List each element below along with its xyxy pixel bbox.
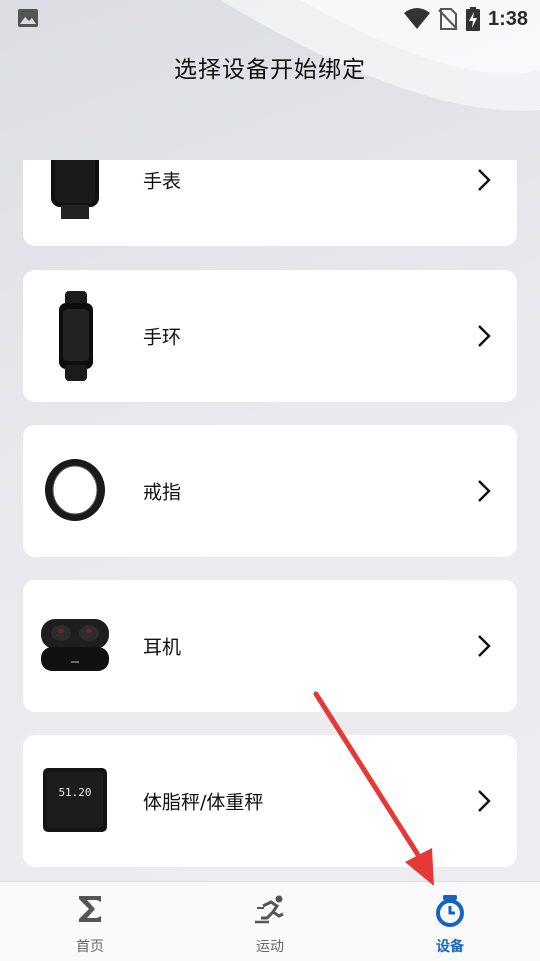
device-card-watch[interactable]: 手表 xyxy=(23,160,517,246)
ring-image xyxy=(45,459,105,521)
nav-device[interactable]: 设备 xyxy=(360,882,540,961)
device-card-scale[interactable]: 51.20 体脂秤/体重秤 xyxy=(23,735,517,867)
chevron-right-icon[interactable] xyxy=(477,634,491,658)
device-label: 耳机 xyxy=(143,636,182,659)
nav-device-label: 设备 xyxy=(436,939,464,955)
chevron-right-icon[interactable] xyxy=(477,324,491,348)
wifi-icon xyxy=(403,8,430,29)
no-sim-icon xyxy=(438,8,458,30)
earbuds-image xyxy=(41,619,109,671)
status-bar: 1:38 xyxy=(0,0,540,38)
sigma-icon xyxy=(79,896,101,922)
page-title: 选择设备开始绑定 xyxy=(174,57,366,83)
device-label: 手环 xyxy=(143,326,182,349)
chevron-right-icon[interactable] xyxy=(477,789,491,813)
watch-image xyxy=(51,160,99,219)
device-card-ring[interactable]: 戒指 xyxy=(23,425,517,557)
chevron-right-icon[interactable] xyxy=(477,479,491,503)
device-list[interactable]: 手表 手环 戒指 耳机 51.20 体脂秤/体重秤 xyxy=(0,160,540,881)
device-card-earbuds[interactable]: 耳机 xyxy=(23,580,517,712)
watch-icon xyxy=(436,895,464,927)
clock: 1:38 xyxy=(487,7,528,30)
nav-sport[interactable]: 运动 xyxy=(180,882,360,961)
device-label: 手表 xyxy=(143,170,182,193)
running-icon xyxy=(255,895,284,924)
band-image xyxy=(59,291,93,381)
nav-sport-label: 运动 xyxy=(256,939,284,955)
scale-reading: 51.20 xyxy=(58,786,91,799)
device-label: 戒指 xyxy=(143,481,182,504)
bottom-navigation: 首页 运动 设备 xyxy=(0,881,540,961)
nav-home-label: 首页 xyxy=(76,939,104,955)
battery-charging-icon xyxy=(465,7,480,31)
page-header: 选择设备开始绑定 xyxy=(0,50,540,84)
chevron-right-icon[interactable] xyxy=(477,168,491,192)
device-card-band[interactable]: 手环 xyxy=(23,270,517,402)
scale-image: 51.20 xyxy=(43,768,107,832)
device-label: 体脂秤/体重秤 xyxy=(143,791,264,814)
image-icon xyxy=(18,9,38,27)
nav-home[interactable]: 首页 xyxy=(0,882,180,961)
